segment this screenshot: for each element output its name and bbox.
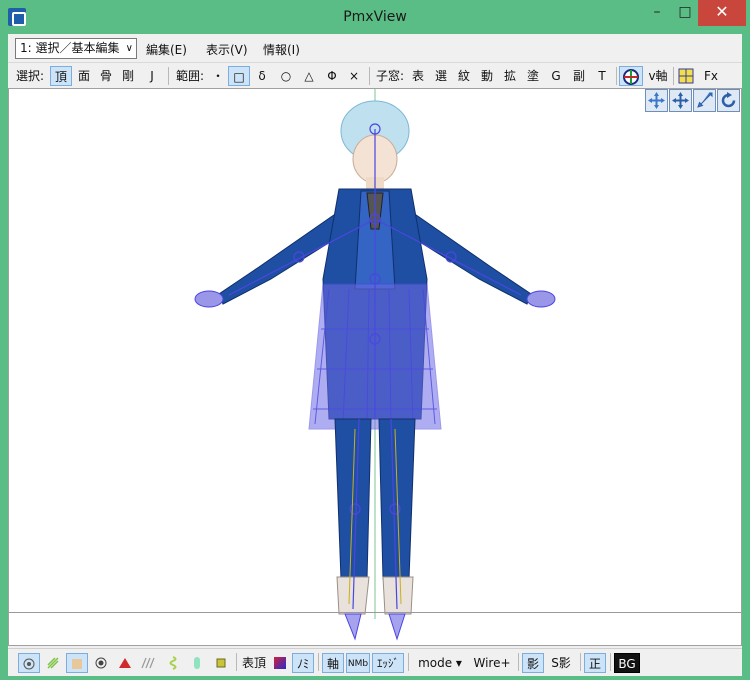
- toolbar-divider: [318, 653, 319, 671]
- weight-display-button[interactable]: [42, 653, 64, 673]
- front-view-button[interactable]: 正: [584, 653, 606, 673]
- wire-plus-button[interactable]: Wire+: [470, 653, 514, 673]
- range-label: 範囲:: [175, 69, 205, 83]
- child-table-button[interactable]: 表: [408, 66, 428, 86]
- toolbar-divider: [408, 653, 409, 671]
- title-bar[interactable]: PmxView – □ ✕: [0, 0, 750, 34]
- capsule-display-button[interactable]: [186, 653, 208, 673]
- child-pattern-button[interactable]: 紋: [454, 66, 474, 86]
- select-joint-button[interactable]: J: [142, 66, 162, 86]
- fx-button[interactable]: Fx: [700, 66, 722, 86]
- cube-icon: [216, 658, 226, 668]
- mesh-green-icon: [47, 657, 59, 669]
- edge-button[interactable]: ｴｯｼﾞ: [372, 653, 404, 673]
- shadow-button[interactable]: 影: [522, 653, 544, 673]
- vertex-display-button[interactable]: [18, 653, 40, 673]
- grid-icon: [678, 68, 694, 84]
- mode-select-value: 1: 選択／基本編集: [20, 41, 120, 55]
- child-select-button[interactable]: 選: [431, 66, 451, 86]
- child-g-button[interactable]: G: [546, 66, 566, 86]
- bottom-toolbar: 表頂 ﾉﾐ 軸 NMb ｴｯｼﾞ mode ▾ Wire+ 影 S影 正 BG: [8, 648, 742, 676]
- red-triangle-icon: [119, 658, 131, 668]
- toolbar-divider: [610, 653, 611, 671]
- child-window-label: 子窓:: [375, 69, 405, 83]
- range-phi-button[interactable]: Φ: [322, 66, 342, 86]
- toolbar: 選択: 頂 面 骨 剛 J 範囲: ・ □ δ ○ △ Φ × 子窓: 表 選 …: [8, 62, 742, 88]
- select-vertex-button[interactable]: 頂: [50, 66, 72, 86]
- v-axis-label[interactable]: v軸: [646, 66, 670, 86]
- child-scale-button[interactable]: 拡: [500, 66, 520, 86]
- menu-bar: 1: 選択／基本編集 ∨ 編集(E) 表示(V) 情報(I): [8, 34, 742, 62]
- range-triangle-button[interactable]: △: [299, 66, 319, 86]
- point-display-button[interactable]: [90, 653, 112, 673]
- model-render: [194, 89, 556, 641]
- dot-circle-icon: [95, 657, 107, 669]
- child-sub-button[interactable]: 副: [569, 66, 589, 86]
- range-point-button[interactable]: ・: [208, 66, 228, 86]
- surface-vertex-button[interactable]: 表頂: [240, 653, 268, 673]
- toolbar-divider: [369, 67, 370, 85]
- axis-display-button[interactable]: 軸: [322, 653, 344, 673]
- pattern-icon: [72, 659, 82, 669]
- ground-line: [9, 612, 741, 613]
- select-label: 選択:: [15, 69, 45, 83]
- select-face-button[interactable]: 面: [74, 66, 94, 86]
- select-rigid-button[interactable]: 剛: [118, 66, 138, 86]
- range-clear-button[interactable]: ×: [344, 66, 364, 86]
- grid-button[interactable]: [676, 66, 696, 86]
- maximize-button[interactable]: □: [670, 0, 700, 26]
- toolbar-divider: [616, 67, 617, 85]
- minimize-button[interactable]: –: [642, 0, 672, 26]
- mode-select[interactable]: 1: 選択／基本編集 ∨: [15, 38, 137, 59]
- axis-toggle-button[interactable]: [619, 66, 643, 86]
- mode-dropdown[interactable]: mode ▾: [412, 653, 468, 673]
- chevron-down-icon: ∨: [125, 43, 133, 54]
- color-swatch-icon: [274, 657, 286, 669]
- window-title: PmxView: [343, 9, 407, 25]
- toolbar-divider: [236, 653, 237, 671]
- menu-info[interactable]: 情報(I): [263, 41, 300, 58]
- spring-display-button[interactable]: [162, 653, 184, 673]
- select-bone-button[interactable]: 骨: [96, 66, 116, 86]
- child-t-button[interactable]: T: [592, 66, 612, 86]
- range-circle-button[interactable]: ○: [276, 66, 296, 86]
- menu-edit[interactable]: 編集(E): [146, 41, 187, 58]
- normal-display-button[interactable]: [114, 653, 136, 673]
- joint-display-button[interactable]: [210, 653, 232, 673]
- child-paint-button[interactable]: 塗: [523, 66, 543, 86]
- nmb-button[interactable]: NMb: [346, 653, 370, 673]
- capsule-icon: [194, 657, 200, 669]
- bg-button[interactable]: BG: [614, 653, 640, 673]
- toolbar-divider: [673, 67, 674, 85]
- target-icon: [23, 658, 35, 670]
- crosshair-icon: [623, 69, 639, 85]
- client-area: 1: 選択／基本編集 ∨ 編集(E) 表示(V) 情報(I) 選択: 頂 面 骨…: [8, 34, 742, 676]
- menu-view[interactable]: 表示(V): [206, 41, 248, 58]
- line-display-button[interactable]: [138, 653, 160, 673]
- 3d-viewport[interactable]: [8, 88, 742, 646]
- toolbar-divider: [518, 653, 519, 671]
- close-button[interactable]: ✕: [698, 0, 746, 26]
- material-color-button[interactable]: [270, 653, 290, 673]
- texture-display-button[interactable]: [66, 653, 88, 673]
- toolbar-divider: [168, 67, 169, 85]
- range-delta-button[interactable]: δ: [252, 66, 272, 86]
- child-move-button[interactable]: 動: [477, 66, 497, 86]
- toolbar-divider: [580, 653, 581, 671]
- nomi-button[interactable]: ﾉﾐ: [292, 653, 314, 673]
- range-rect-button[interactable]: □: [228, 66, 250, 86]
- coil-icon: [169, 656, 177, 670]
- app-window: PmxView – □ ✕ 1: 選択／基本編集 ∨ 編集(E) 表示(V) 情…: [0, 0, 750, 680]
- hatch-icon: [141, 657, 155, 669]
- self-shadow-button[interactable]: S影: [546, 653, 576, 673]
